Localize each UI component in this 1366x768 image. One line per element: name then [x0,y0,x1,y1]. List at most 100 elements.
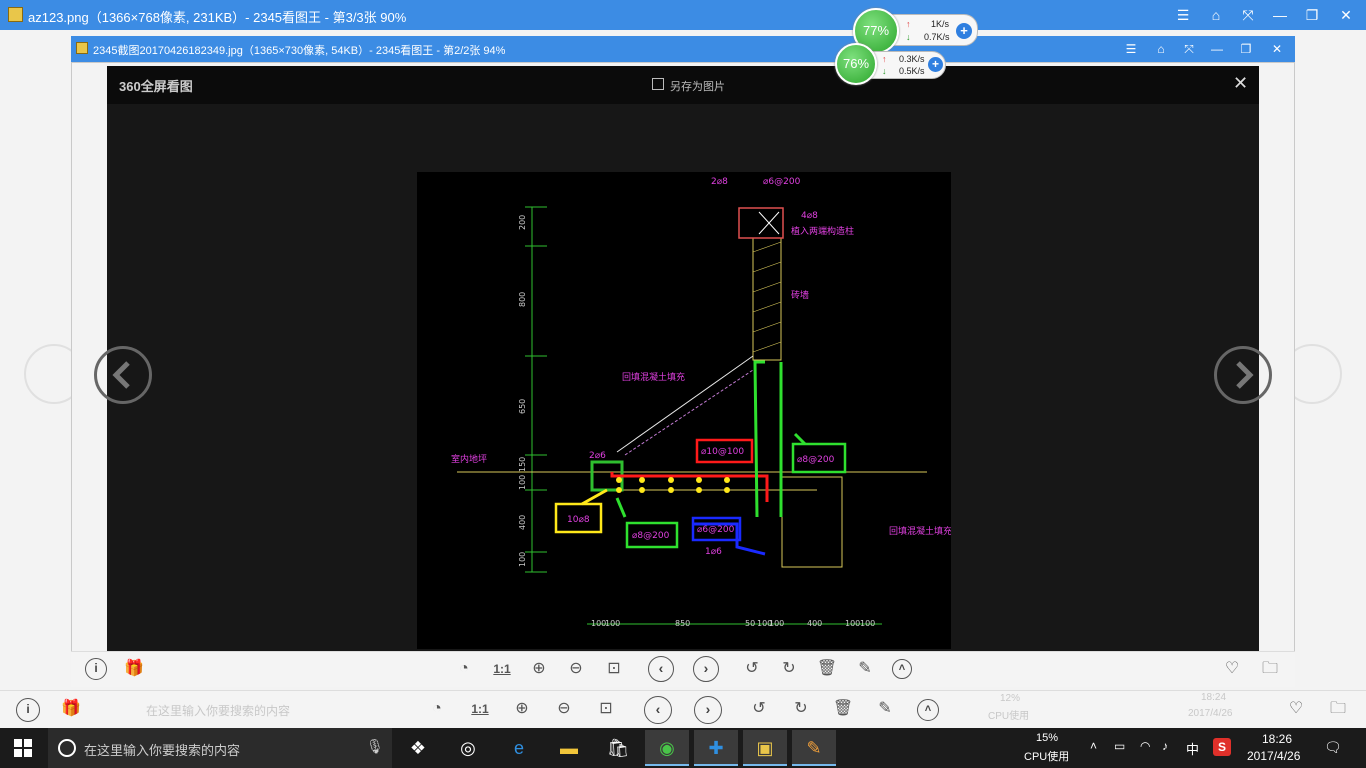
zoom-out-icon[interactable]: ⊖ [551,698,577,720]
app-icon [8,7,23,22]
skin-icon[interactable]: ⌂ [1204,3,1228,27]
gift-icon[interactable]: 🎁 [121,658,147,680]
browser-app-icon[interactable]: ◉ [645,730,689,766]
edit-icon[interactable]: ✎ [872,698,898,720]
dim-bottom: 100 [860,619,875,628]
minimize-button[interactable]: — [1268,3,1292,27]
upload-arrow-icon: ↑ [906,19,911,29]
info-icon[interactable]: i [85,658,107,680]
sogou-ime-icon[interactable]: S [1213,738,1231,756]
zoom-in-icon[interactable]: ⊕ [526,658,552,680]
favorite-heart-icon[interactable]: ♡ [1283,698,1309,720]
prev-image-button[interactable] [94,346,152,404]
label-blue-rebar: ⌀6@200 [697,525,735,535]
rotate-left-icon[interactable]: ↺ [739,658,765,680]
more-up-icon[interactable]: ˄ [892,659,912,679]
next-button[interactable]: › [693,656,719,682]
fit-screen-icon[interactable]: ⊡ [601,658,627,680]
next-button[interactable]: › [694,696,722,724]
ime-indicator[interactable]: 中 [1186,739,1199,758]
actual-size-button[interactable]: 1:1 [489,658,515,680]
dim-left: 400 [518,515,527,530]
open-folder-icon[interactable]: 🗀 [1257,658,1283,680]
rotate-left-icon[interactable]: ↺ [746,698,772,720]
minimize-button[interactable]: — [1205,37,1229,61]
save-as-image-button[interactable]: 另存为图片 [670,78,725,94]
store-icon[interactable]: 🛍 [596,730,640,766]
image-viewer-task-icon[interactable]: ▣ [743,730,787,766]
clock-date[interactable]: 2017/4/26 [1247,749,1300,763]
chevron-left-icon [112,361,130,389]
prev-button[interactable]: ‹ [648,656,674,682]
outer-title-bar: az123.png（1366×768像素, 231KB）- 2345看图王 - … [0,0,1366,30]
tray-expand-icon[interactable]: ˄ [1090,739,1097,753]
download-arrow-icon: ↓ [906,32,911,42]
volume-icon[interactable]: ♪ [1162,739,1168,753]
ghost-date: 2017/4/26 [1188,708,1233,719]
label-1phi6: 1⌀6 [705,547,722,557]
fit-screen-icon[interactable]: ⊡ [593,698,619,720]
info-icon[interactable]: i [16,698,40,722]
rotate-right-icon[interactable]: ↻ [788,698,814,720]
zoom-out-icon[interactable]: ⊖ [563,658,589,680]
menu-icon[interactable]: ☰ [1171,3,1195,27]
chevron-right-icon [1236,361,1254,389]
delete-icon[interactable]: 🗑 [814,658,840,680]
favorite-heart-icon[interactable]: ♡ [1219,658,1245,680]
windows-start-icon[interactable] [14,739,32,757]
skin-icon[interactable]: ⌂ [1149,37,1173,61]
memory-ball[interactable]: 76% [835,43,877,85]
dim-left: 800 [518,292,527,307]
mouse-mode-icon[interactable]: ◔ [451,658,477,680]
ghost-time: 18:24 [1201,692,1227,703]
mouse-mode-icon[interactable]: ◔ [424,698,450,720]
fullscreen-icon[interactable]: ⤧ [1236,3,1260,27]
menu-icon[interactable]: ☰ [1119,37,1143,61]
maximize-button[interactable]: ❐ [1300,3,1324,27]
prev-button[interactable]: ‹ [644,696,672,724]
label-green-rebar: ⌀8@200 [797,455,835,465]
app-blue-icon[interactable]: ✚ [694,730,738,766]
edge-browser-icon[interactable]: e [497,730,541,766]
outer-window-title: az123.png（1366×768像素, 231KB）- 2345看图王 - … [28,10,407,25]
dim-bottom: 100 [845,619,860,628]
actual-size-button[interactable]: 1:1 [467,698,493,720]
boost-plus-icon[interactable]: + [956,23,972,39]
file-explorer-icon[interactable]: ▬ [547,730,591,766]
inner-window-title: 2345截图20170426182349.jpg（1365×730像素, 54K… [93,45,506,57]
clock-time[interactable]: 18:26 [1262,732,1292,746]
zoom-in-icon[interactable]: ⊕ [509,698,535,720]
notes-app-icon[interactable]: ✎ [792,730,836,766]
dim-bottom: 100 [769,619,784,628]
cpu-percent: 15% [1036,732,1059,744]
next-image-button[interactable] [1214,346,1272,404]
rotate-right-icon[interactable]: ↻ [776,658,802,680]
edit-icon[interactable]: ✎ [852,658,878,680]
label-2phi6: 2⌀6 [589,451,606,461]
app-360-icon[interactable]: ◎ [446,730,490,766]
label-4phi8: 4⌀8 [801,211,818,221]
more-up-icon[interactable]: ˄ [917,699,939,721]
action-center-icon[interactable]: 🗨 [1324,739,1342,756]
cad-drawing: 200 800 650 150 100 400 100 2⌀8 ⌀6@200 4… [417,172,952,649]
download-arrow-icon: ↓ [882,66,887,76]
windows-taskbar: 在这里输入你要搜索的内容 🎙 ❖ ◎ e ▬ 🛍 ◉ ✚ ▣ ✎ 15% CPU… [0,728,1366,768]
close-button[interactable]: ✕ [1334,3,1358,27]
outer-toolbar: i 🎁 在这里输入你要搜索的内容 ◔ 1:1 ⊕ ⊖ ⊡ ‹ › ↺ ↻ 🗑 ✎… [0,690,1366,728]
microphone-icon[interactable]: 🎙 [366,738,384,755]
taskbar-ghost-search: 在这里输入你要搜索的内容 [146,704,291,718]
close-button[interactable]: ✕ [1265,37,1289,61]
dim-bottom: 400 [807,619,822,628]
open-folder-icon[interactable]: 🗀 [1325,698,1351,720]
delete-icon[interactable]: 🗑 [830,698,856,720]
boost-plus-icon[interactable]: + [928,57,943,72]
viewer-close-icon[interactable]: ✕ [1233,73,1248,94]
dim-bottom: 100 [591,619,606,628]
wifi-icon[interactable]: ◠ [1140,739,1150,753]
task-view-icon[interactable]: ❖ [396,730,440,766]
gift-icon[interactable]: 🎁 [58,698,84,720]
fullscreen-icon[interactable]: ⤧ [1177,37,1201,61]
taskbar-search-box[interactable]: 在这里输入你要搜索的内容 🎙 [48,728,392,768]
maximize-button[interactable]: ❐ [1234,37,1258,61]
battery-icon[interactable]: ▭ [1114,739,1125,753]
